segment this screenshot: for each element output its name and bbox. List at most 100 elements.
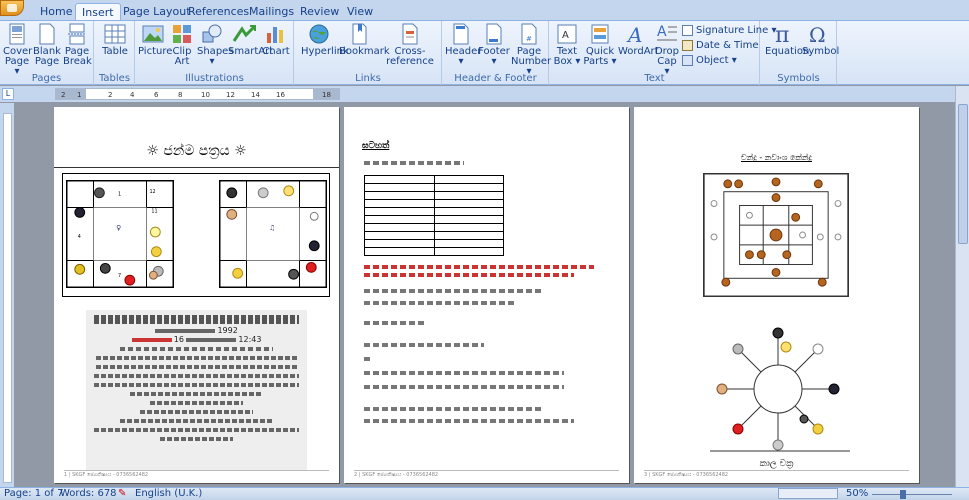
office-button[interactable] <box>0 0 24 16</box>
cover-page-icon <box>9 23 25 45</box>
footer-button[interactable]: Footer ▾ <box>478 23 510 67</box>
cross-reference-button[interactable]: Cross-reference <box>381 23 439 67</box>
footer-label: Footer ▾ <box>478 46 510 67</box>
table-button[interactable]: Table <box>100 23 130 57</box>
equation-button[interactable]: π Equation <box>765 23 809 57</box>
page-break-button[interactable]: Page Break <box>63 23 92 67</box>
group-symbols: π Equation Ω Symbol Symbols <box>761 21 839 85</box>
ruler-ticks: 2 1 2 4 6 8 10 12 14 16 18 <box>61 91 331 99</box>
zoom-slider-thumb[interactable] <box>900 490 906 499</box>
clip-art-button[interactable]: Clip Art <box>169 23 195 67</box>
tab-review[interactable]: Review <box>294 3 345 20</box>
svg-text:#: # <box>526 35 532 43</box>
text-line <box>130 389 263 398</box>
cross-reference-icon <box>402 23 418 45</box>
birth-year: 1992 <box>217 326 238 335</box>
text-line <box>364 289 544 293</box>
tab-strip: Home Insert Page Layout References Maili… <box>0 0 969 20</box>
table-cell <box>433 231 504 240</box>
date-time-button[interactable]: Date & Time <box>682 39 759 53</box>
signature-line-icon <box>682 24 693 36</box>
tab-mailings[interactable]: Mailings <box>243 3 300 20</box>
picture-button[interactable]: Picture <box>138 23 172 57</box>
hyperlink-icon <box>309 24 329 44</box>
document-page-1[interactable]: ☼ ජන්ම පත්‍රය ☼ 1 12 11 4 <box>54 107 339 483</box>
table-cell <box>433 215 504 224</box>
page-break-icon <box>68 23 86 45</box>
language-indicator[interactable]: English (U.K.) <box>135 488 202 500</box>
text-line <box>94 380 299 389</box>
page-number-button[interactable]: # Page Number ▾ <box>511 23 551 77</box>
shapes-button[interactable]: Shapes ▾ <box>197 23 234 67</box>
scrollbar-thumb[interactable] <box>958 104 968 244</box>
chart-button[interactable]: Chart <box>262 23 290 57</box>
table-cell <box>364 191 435 200</box>
date-time-label: Date & Time <box>696 40 759 51</box>
page3-footer: 3 | SKGF ජ්‍යොතිෂ්‍යය - 0736562482 <box>644 470 909 480</box>
tab-home[interactable]: Home <box>34 3 78 20</box>
cover-page-button[interactable]: Cover Page ▾ <box>3 23 32 77</box>
text-box-label: Text Box ▾ <box>553 46 581 67</box>
zoom-level[interactable]: 50% <box>846 488 868 500</box>
header-button[interactable]: Header ▾ <box>445 23 481 67</box>
chart-icon <box>267 27 283 43</box>
birth-charts-frame: 1 12 11 4 7 ♀ ♫ <box>62 173 330 297</box>
page-number-icon: # <box>521 23 537 45</box>
svg-text:12: 12 <box>149 189 155 195</box>
page1-paragraph: 1992 16 12:43 <box>90 313 303 443</box>
page2-title: ඝටහත් <box>362 141 390 151</box>
vertical-scrollbar[interactable] <box>955 86 969 487</box>
header-label: Header ▾ <box>445 46 482 67</box>
tab-selector[interactable]: L <box>2 88 14 100</box>
text-line <box>120 344 273 353</box>
horizontal-ruler[interactable]: 2 1 2 4 6 8 10 12 14 16 18 <box>55 88 340 100</box>
hyperlink-button[interactable]: Hyperlink <box>301 23 349 57</box>
document-page-2[interactable]: ඝටහත් 2 | SKGF ජ්‍යොතිෂ්‍යය - 073656 <box>344 107 629 483</box>
zoom-slider[interactable] <box>872 494 952 495</box>
page1-footer: 1 | SKGF ජ්‍යොතිෂ්‍යය - 0736562482 <box>64 470 329 480</box>
page-break-label: Page Break <box>63 46 92 67</box>
smartart-button[interactable]: SmartArt <box>228 23 273 57</box>
document-page-3[interactable]: චන්ද්‍ර - නවාංශ කේන්ද්‍ර <box>634 107 919 483</box>
tab-view[interactable]: View <box>341 3 379 20</box>
drop-cap-button[interactable]: A Drop Cap ▾ <box>654 23 680 77</box>
text-line <box>364 407 544 411</box>
wordart-button[interactable]: A WordArt <box>618 23 659 57</box>
symbol-button[interactable]: Ω Symbol <box>802 23 839 57</box>
text-line <box>94 371 299 380</box>
blank-page-button[interactable]: Blank Page <box>33 23 61 67</box>
view-buttons[interactable] <box>778 488 838 499</box>
shapes-icon <box>202 24 222 43</box>
document-area[interactable]: ☼ ජන්ම පත්‍රය ☼ 1 12 11 4 <box>14 103 955 487</box>
group-label-links: Links <box>355 73 381 84</box>
quick-parts-button[interactable]: Quick Parts ▾ <box>583 23 617 67</box>
ruler-number: 4 <box>130 91 135 99</box>
cross-reference-label: Cross-reference <box>386 46 434 67</box>
bookmark-button[interactable]: Bookmark <box>339 23 390 57</box>
tab-insert[interactable]: Insert <box>75 3 121 20</box>
text-box-button[interactable]: A Text Box ▾ <box>552 23 582 67</box>
kala-wheel-chart <box>710 327 850 452</box>
bookmark-icon <box>352 23 367 45</box>
birth-day: 16 <box>173 335 184 344</box>
text-box-icon: A <box>557 24 577 44</box>
object-button[interactable]: Object ▾ <box>682 54 737 68</box>
smartart-icon <box>232 25 256 42</box>
text-line <box>364 321 424 325</box>
table-cell <box>433 223 504 232</box>
chart-label: Chart <box>262 46 290 57</box>
page-count[interactable]: Page: 1 of 7 <box>4 488 63 500</box>
proofing-icon[interactable]: ✎ <box>118 488 126 500</box>
vertical-ruler[interactable] <box>0 103 14 487</box>
table-cell <box>433 207 504 216</box>
text-line: 1992 <box>110 326 283 335</box>
svg-text:7: 7 <box>118 273 121 279</box>
table-cell <box>364 231 435 240</box>
word-count[interactable]: Words: 678 <box>60 488 117 500</box>
group-text: A Text Box ▾ Quick Parts ▾ A WordArt A Dro… <box>550 21 776 85</box>
header-icon <box>453 23 469 45</box>
ruler-number: 6 <box>154 91 159 99</box>
text-line <box>160 434 233 443</box>
lagna-chart: 1 12 11 4 7 ♀ <box>66 180 174 288</box>
wordart-icon: A <box>626 23 642 45</box>
